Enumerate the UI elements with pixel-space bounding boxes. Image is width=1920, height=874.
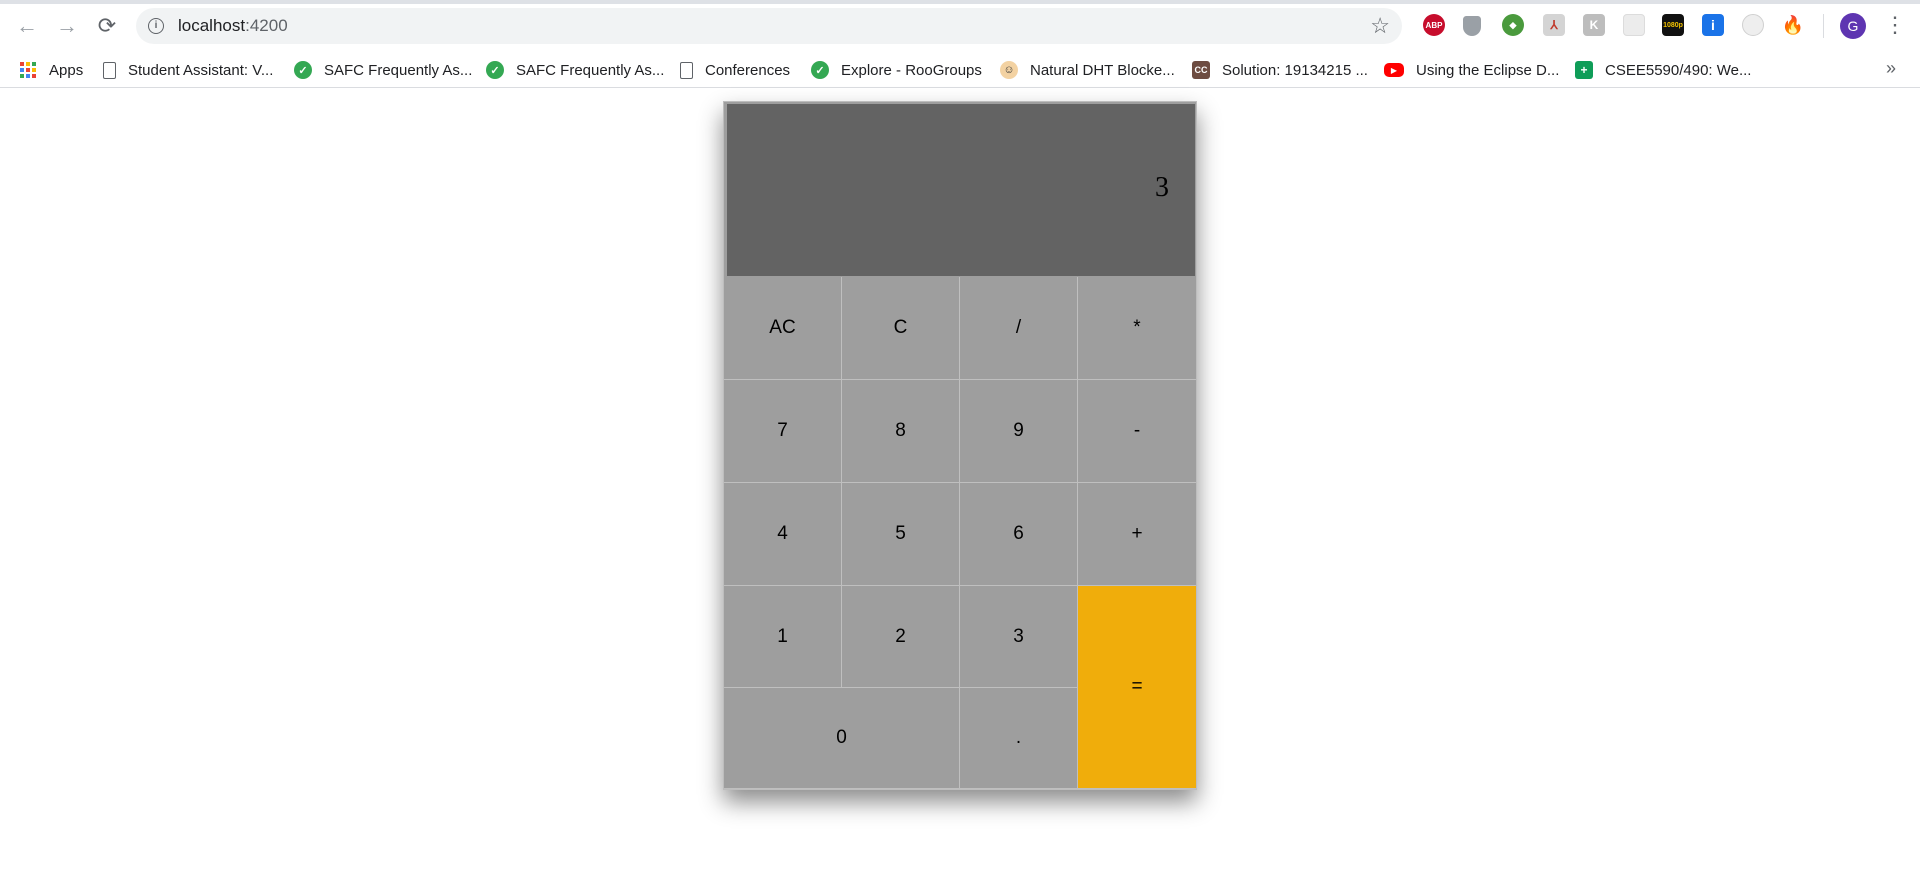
cc-icon: CC [1192, 61, 1210, 79]
page-icon [680, 61, 693, 79]
vee-icon: ✓ [486, 61, 504, 79]
bookmark-csee5590[interactable]: + CSEE5590/490: We... [1575, 58, 1751, 82]
bookmark-label: Natural DHT Blocke... [1030, 61, 1175, 79]
bookmark-safc-faq-2[interactable]: ✓ SAFC Frequently As... [486, 58, 664, 82]
back-icon[interactable]: ← [12, 12, 42, 40]
bookmark-natural-dht[interactable]: ☺ Natural DHT Blocke... [1000, 58, 1175, 82]
face-icon: ☺ [1000, 61, 1018, 79]
bookmark-label: Explore - RooGroups [841, 61, 982, 79]
key-all-clear[interactable]: AC [724, 277, 842, 380]
bookmark-roogroups[interactable]: ✓ Explore - RooGroups [811, 58, 982, 82]
globe-icon[interactable]: ◆ [1502, 14, 1524, 36]
key-0[interactable]: 0 [724, 688, 960, 789]
key-divide[interactable]: / [960, 277, 1078, 380]
url-host: localhost [178, 16, 246, 35]
browser-toolbar: ← → ⟳ i localhost:4200 ☆ ABP ◆ ⅄ K 1080p… [0, 0, 1920, 52]
keypad: AC C / * 7 8 9 - 4 5 6 + 1 2 3 = 0 . [724, 277, 1196, 789]
adblock-plus-icon[interactable]: ABP [1423, 14, 1445, 36]
key-clear[interactable]: C [842, 277, 960, 380]
reload-icon[interactable]: ⟳ [92, 12, 122, 40]
profile-avatar[interactable]: G [1840, 13, 1866, 39]
bookmark-label: SAFC Frequently As... [516, 61, 665, 79]
key-6[interactable]: 6 [960, 483, 1078, 586]
fire-icon[interactable]: 🔥 [1782, 14, 1804, 36]
toolbar-separator [1823, 14, 1824, 38]
calculator-display: 3 [727, 104, 1195, 276]
key-decimal[interactable]: . [960, 688, 1078, 789]
bookmark-student-assistant[interactable]: Student Assistant: V... [103, 58, 273, 82]
key-2[interactable]: 2 [842, 586, 960, 688]
bookmark-solution[interactable]: CC Solution: 19134215 ... [1192, 58, 1368, 82]
key-9[interactable]: 9 [960, 380, 1078, 483]
info-icon[interactable]: i [148, 18, 164, 34]
bookmark-eclipse-video[interactable]: ▶ Using the Eclipse D... [1384, 58, 1559, 82]
pdf-icon[interactable]: ⅄ [1543, 14, 1565, 36]
bookmark-safc-faq-1[interactable]: ✓ SAFC Frequently As... [294, 58, 472, 82]
bookmark-conferences[interactable]: Conferences [680, 58, 790, 82]
tab-strip [0, 0, 1920, 4]
forward-icon[interactable]: → [52, 12, 82, 40]
blank-extension-icon[interactable] [1623, 14, 1645, 36]
vee-icon: ✓ [294, 61, 312, 79]
circle-extension-icon[interactable] [1742, 14, 1764, 36]
key-plus[interactable]: + [1078, 483, 1196, 586]
bookmark-label: Conferences [705, 61, 791, 79]
more-bookmarks-icon[interactable]: » [1886, 58, 1896, 79]
key-7[interactable]: 7 [724, 380, 842, 483]
video-1080p-icon[interactable]: 1080p [1662, 14, 1684, 36]
bookmark-label: Student Assistant: V... [128, 61, 274, 79]
bookmark-label: Solution: 19134215 ... [1222, 61, 1368, 79]
key-8[interactable]: 8 [842, 380, 960, 483]
youtube-icon: ▶ [1384, 63, 1404, 77]
apps-grid-icon [19, 61, 37, 79]
bookmark-apps[interactable]: Apps [19, 58, 83, 82]
address-bar[interactable]: i localhost:4200 ☆ [136, 8, 1402, 44]
url-port: :4200 [245, 16, 288, 35]
bookmark-star-icon[interactable]: ☆ [1370, 13, 1390, 39]
page-icon [103, 61, 116, 79]
key-minus[interactable]: - [1078, 380, 1196, 483]
sheets-icon: + [1575, 61, 1593, 79]
k-extension-icon[interactable]: K [1583, 14, 1605, 36]
key-4[interactable]: 4 [724, 483, 842, 586]
key-3[interactable]: 3 [960, 586, 1078, 688]
key-equals[interactable]: = [1078, 586, 1196, 789]
bookmark-label: SAFC Frequently As... [324, 61, 473, 79]
calculator: 3 AC C / * 7 8 9 - 4 5 6 + 1 2 3 = 0 . [723, 101, 1197, 790]
display-value: 3 [1155, 172, 1169, 203]
key-multiply[interactable]: * [1078, 277, 1196, 380]
bookmark-label: CSEE5590/490: We... [1605, 61, 1752, 79]
bookmark-label: Using the Eclipse D... [1416, 61, 1560, 79]
bookmark-label: Apps [49, 61, 84, 79]
vee-icon: ✓ [811, 61, 829, 79]
key-1[interactable]: 1 [724, 586, 842, 688]
shield-icon[interactable] [1463, 16, 1481, 36]
url-text[interactable]: localhost:4200 [178, 16, 288, 36]
info-extension-icon[interactable]: i [1702, 14, 1724, 36]
kebab-menu-icon[interactable]: ⋮ [1884, 12, 1906, 38]
key-5[interactable]: 5 [842, 483, 960, 586]
bookmarks-bar: Apps Student Assistant: V... ✓ SAFC Freq… [0, 52, 1920, 88]
